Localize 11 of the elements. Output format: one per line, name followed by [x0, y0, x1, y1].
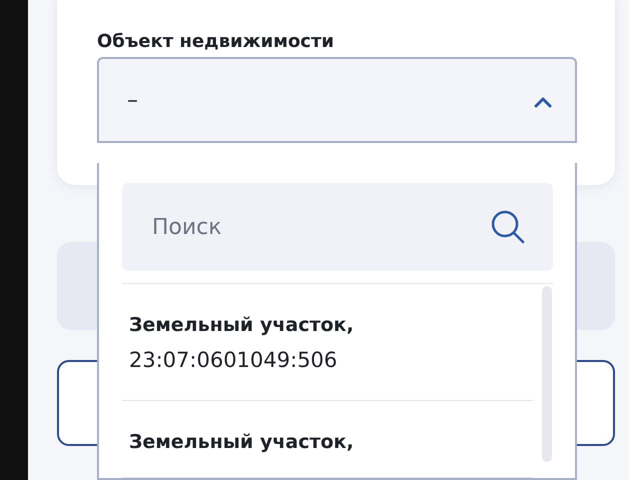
cadastral-number: 23:07:0601049:506: [129, 347, 338, 374]
scrollbar[interactable]: [542, 286, 552, 462]
select-field[interactable]: –: [97, 57, 577, 143]
select-value: –: [127, 88, 138, 112]
option-item[interactable]: Земельный участок, 23:07:0601049:506: [122, 284, 533, 401]
field-label: Объект недвижимости: [97, 30, 336, 54]
search-icon: [489, 208, 527, 246]
search-field[interactable]: Поиск: [122, 183, 553, 271]
option-title: Земельный участок,: [129, 313, 355, 338]
option-item[interactable]: Земельный участок,: [122, 401, 533, 478]
option-title: Земельный участок,: [129, 430, 355, 455]
